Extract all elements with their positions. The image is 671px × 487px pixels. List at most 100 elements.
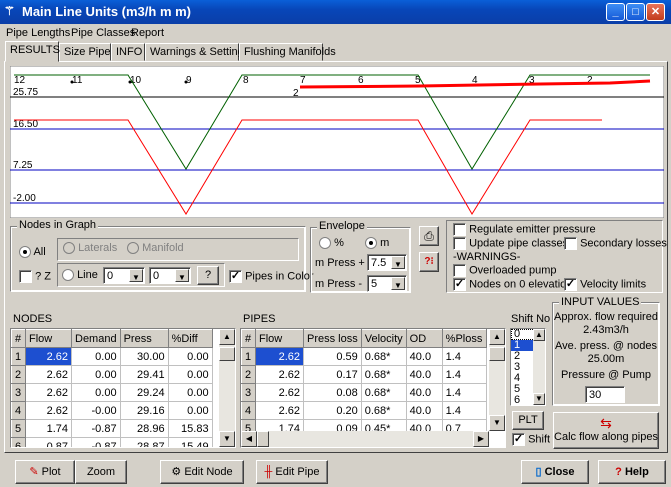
chevron-down-icon[interactable]: ▼ (175, 269, 189, 282)
help-query-icon[interactable]: ?⁝ (419, 252, 439, 272)
pipes-in-color-check[interactable]: ✓ (229, 270, 242, 283)
table-cell[interactable]: 0.08 (303, 383, 362, 402)
table-cell[interactable]: 15.49 (168, 437, 213, 447)
plot-button[interactable]: ✎ Plot (15, 460, 75, 484)
pipes-header[interactable]: Flow (255, 329, 304, 348)
table-cell[interactable]: 28.96 (120, 419, 169, 438)
table-row[interactable]: 4 2.62 0.20 0.68* 40.0 1.4 (241, 401, 487, 420)
row-number[interactable]: 4 (11, 401, 26, 420)
pump-pressure-input[interactable]: 30 (585, 386, 625, 403)
table-cell[interactable]: 1.74 (25, 419, 72, 438)
table-cell[interactable]: 2.62 (25, 365, 72, 384)
row-number[interactable]: 2 (241, 365, 256, 384)
scroll-left-icon[interactable]: ◀ (241, 431, 257, 447)
table-cell[interactable]: 2.62 (255, 347, 304, 366)
overloaded-checkbox[interactable]: Overloaded pump (453, 264, 557, 277)
shift-listbox[interactable]: 0123456 ▲ ▼ (510, 328, 546, 406)
line-radio-dot[interactable] (62, 269, 74, 282)
table-cell[interactable]: 40.0 (406, 347, 443, 366)
table-cell[interactable]: 0.00 (168, 383, 213, 402)
help-button[interactable]: ? Help (598, 460, 666, 484)
row-number[interactable]: 1 (11, 347, 26, 366)
close-button[interactable]: ▯ Close (521, 460, 589, 484)
update-classes-checkbox[interactable]: Update pipe classes (453, 237, 568, 250)
table-cell[interactable]: 30.00 (120, 347, 169, 366)
maximize-button[interactable]: □ (626, 3, 645, 21)
printer-icon[interactable]: ⎙ (419, 226, 439, 246)
line-help-button[interactable]: ? (197, 266, 219, 285)
table-cell[interactable]: 1.4 (442, 383, 487, 402)
table-cell[interactable]: 1.4 (442, 365, 487, 384)
edit-pipe-button[interactable]: ╫ Edit Pipe (256, 460, 328, 484)
calc-flow-button[interactable]: ⇆ Calc flow along pipes (553, 412, 659, 449)
pipes-hscrollbar[interactable]: ◀ ▶ (241, 431, 489, 447)
edit-node-button[interactable]: ⚙ Edit Node (160, 460, 244, 484)
row-number[interactable]: 1 (241, 347, 256, 366)
table-cell[interactable]: 0.68* (361, 365, 407, 384)
press-minus-combo[interactable]: 5 ▼ (367, 275, 407, 292)
table-cell[interactable]: 29.24 (120, 383, 169, 402)
table-row[interactable]: 4 2.62 -0.00 29.16 0.00 (11, 401, 213, 420)
row-number[interactable]: 5 (11, 419, 26, 438)
update-classes-check[interactable] (453, 237, 466, 250)
table-cell[interactable]: 1.4 (442, 401, 487, 420)
nodes-zero-checkbox[interactable]: ✓ Nodes on 0 elevation (453, 278, 572, 291)
nodes-grid[interactable]: # Flow Demand Press %Diff 1 2.62 0.00 30.00 0.00 2… (10, 328, 236, 448)
secondary-checkbox[interactable]: Secondary losses (564, 237, 667, 250)
table-row[interactable]: 1 2.62 0.59 0.68* 40.0 1.4 (241, 347, 487, 366)
percent-radio-dot[interactable] (319, 237, 331, 250)
table-cell[interactable]: 2.62 (255, 383, 304, 402)
table-cell[interactable]: 0.59 (303, 347, 362, 366)
scroll-up-icon[interactable]: ▲ (219, 329, 235, 345)
table-row[interactable]: 1 2.62 0.00 30.00 0.00 (11, 347, 213, 366)
table-row[interactable]: 5 1.74 -0.87 28.96 15.83 (11, 419, 213, 438)
meter-radio[interactable]: m (365, 237, 389, 250)
table-row[interactable]: 6 0.87 -0.87 28.87 15.49 (11, 437, 213, 447)
nodes-header[interactable]: %Diff (167, 329, 213, 348)
press-plus-combo[interactable]: 7.5 ▼ (367, 254, 407, 271)
scroll-down-icon[interactable]: ▼ (489, 415, 505, 431)
pipes-vscrollbar[interactable]: ▲ ▼ (489, 329, 505, 431)
table-cell[interactable]: 40.0 (406, 383, 443, 402)
shift-check[interactable]: ✓ (512, 433, 525, 446)
pipes-header[interactable]: Velocity (360, 329, 407, 348)
shift-scrollbar[interactable]: ▲ ▼ (533, 329, 545, 405)
line-from-combo[interactable]: 0 ▼ (103, 267, 145, 284)
secondary-check[interactable] (564, 237, 577, 250)
table-cell[interactable]: 0.00 (71, 383, 121, 402)
scroll-up-icon[interactable]: ▲ (533, 329, 545, 341)
chevron-down-icon[interactable]: ▼ (129, 269, 143, 282)
tab-warnings-settings[interactable]: Warnings & Settings (145, 43, 249, 61)
row-number[interactable]: 4 (241, 401, 256, 420)
tab-results[interactable]: RESULTS (5, 41, 60, 62)
table-cell[interactable]: 15.83 (168, 419, 213, 438)
table-cell[interactable]: 40.0 (406, 365, 443, 384)
table-cell[interactable]: 29.16 (120, 401, 169, 420)
all-radio[interactable]: All (19, 246, 46, 259)
all-radio-dot[interactable] (19, 246, 31, 259)
nodes-header[interactable]: Press (119, 329, 169, 348)
tab-info[interactable]: INFO (111, 43, 145, 61)
pipes-in-color-checkbox[interactable]: ✓ Pipes in Color (229, 270, 314, 283)
table-cell[interactable]: 0.68* (361, 347, 407, 366)
table-cell[interactable]: 0.17 (303, 365, 362, 384)
close-window-button[interactable]: ✕ (646, 3, 665, 21)
table-cell[interactable]: 0.68* (361, 401, 407, 420)
zoom-button[interactable]: Zoom (75, 460, 127, 484)
table-cell[interactable]: 0.20 (303, 401, 362, 420)
pipes-header[interactable]: # (241, 329, 256, 348)
table-cell[interactable]: -0.87 (71, 419, 121, 438)
table-cell[interactable]: -0.87 (71, 437, 121, 447)
table-cell[interactable]: 29.41 (120, 365, 169, 384)
scroll-thumb[interactable] (489, 347, 505, 361)
velocity-checkbox[interactable]: ✓ Velocity limits (564, 278, 646, 291)
scroll-up-icon[interactable]: ▲ (489, 329, 505, 345)
table-cell[interactable]: 2.62 (25, 383, 72, 402)
table-row[interactable]: 3 2.62 0.00 29.24 0.00 (11, 383, 213, 402)
table-cell[interactable]: 40.0 (406, 401, 443, 420)
tab-flushing-manifolds[interactable]: Flushing Manifolds (239, 43, 336, 61)
row-number[interactable]: 3 (11, 383, 26, 402)
row-number[interactable]: 2 (11, 365, 26, 384)
regulate-checkbox[interactable]: Regulate emitter pressure (453, 223, 596, 236)
tab-size-pipes[interactable]: Size Pipes (59, 43, 116, 61)
